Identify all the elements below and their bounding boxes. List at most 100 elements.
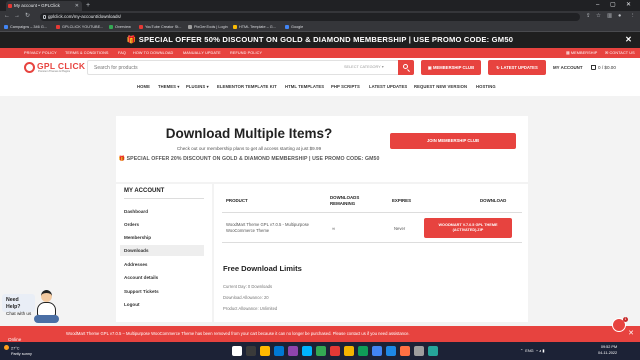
link-manually-update[interactable]: MANUALLY UPDATE [183,48,221,58]
reload-icon[interactable]: ↻ [25,11,30,22]
taskbar-app-icon[interactable] [330,346,340,356]
taskbar-app-icon[interactable] [288,346,298,356]
sidebar-item-account-details[interactable]: Account details [120,272,204,283]
promo-text: 🎁 SPECIAL OFFER 50% DISCOUNT ON GOLD & D… [126,35,514,44]
download-file-button[interactable]: WOODMART V.7.0.5 GPL THEME (ACTIVATED).Z… [424,218,512,238]
logo-tagline: Premium Themes & Plugins [38,70,71,73]
my-account-link[interactable]: MY ACCOUNT [553,60,583,75]
bookmark-item[interactable]: Overview [109,22,131,32]
bookmark-item[interactable]: Campaigns – 346 G... [4,22,47,32]
sidebar-item-logout[interactable]: Logout [120,299,204,310]
bookmark-item[interactable]: YouTube Creator St... [139,22,181,32]
header-product: PRODUCT [226,198,248,203]
nav-html-templates[interactable]: HTML TEMPLATES [285,80,324,93]
taskbar-app-icon[interactable] [372,346,382,356]
download-remaining: ∞ [332,226,336,231]
sidepanel-icon[interactable]: ▥ [607,11,612,22]
bookmark-icon [233,24,237,29]
new-tab-button[interactable]: + [86,1,90,10]
sidebar-item-dashboard[interactable]: Dashboard [120,206,204,217]
bookmark-item[interactable]: PixGenTools | Login [188,22,228,32]
nav-hosting[interactable]: HOSTING [476,80,496,93]
taskbar-search-icon[interactable] [246,346,256,356]
browser-tab[interactable]: My account • GPLClick ✕ [6,1,82,11]
bookmark-star-icon[interactable]: ☆ [596,11,601,22]
notice-close-icon[interactable]: ✕ [628,326,634,342]
sidebar-item-support-tickets[interactable]: Support Tickets [120,286,204,297]
link-faq[interactable]: FAQ [118,48,126,58]
taskbar-app-icon[interactable] [400,346,410,356]
nav-home[interactable]: HOME [137,80,150,93]
link-contact-us[interactable]: ✉ CONTACT US [605,48,635,58]
notice-text: WoodMart Theme GPL v7.0.5 – Multipurpose… [66,331,410,336]
membership-hero: Download Multiple Items? Check out our m… [116,116,528,182]
bookmark-item[interactable]: GPLCLICK YOUTUBE... [56,22,103,32]
favicon-icon [8,4,12,8]
nav-elementor-kits[interactable]: ELEMENTOR TEMPLATE KIT [217,80,277,93]
latest-updates-button[interactable]: ↻ LATEST UPDATES [488,60,546,75]
taskbar-app-icon[interactable] [386,346,396,356]
link-terms[interactable]: TERMS & CONDITIONS [65,48,109,58]
windows-taskbar: 27°C Partly sunny ⌃ ENG ◔ ◕ ▮ 09:52 PM 0… [0,342,640,360]
search-input[interactable] [88,61,338,75]
share-icon[interactable]: ⇪ [586,11,591,22]
promo-close-icon[interactable]: ✕ [625,32,632,48]
download-product-name[interactable]: WoodMart Theme GPL v7.0.5 - Multipurpose… [226,222,322,234]
start-menu-icon[interactable] [232,346,242,356]
link-privacy-policy[interactable]: PRIVACY POLICY [24,48,57,58]
maximize-icon[interactable]: ▢ [610,0,616,11]
select-category-dropdown[interactable]: SELECT CATEGORY ▾ [344,61,384,75]
sidebar-item-downloads[interactable]: Downloads [120,245,204,256]
chat-badge-count: 1 [623,317,628,322]
sun-icon [4,345,9,350]
cart-link[interactable]: 0 / $0.00 [591,60,616,75]
minimize-icon[interactable]: – [596,0,599,11]
taskbar-app-icon[interactable] [274,346,284,356]
nav-latest-updates[interactable]: LATEST UPDATES [369,80,407,93]
header-remaining: DOWNLOADS REMAINING [330,195,360,206]
support-avatar[interactable] [34,290,59,328]
bookmark-icon [4,24,8,29]
divider [222,242,522,243]
clock[interactable]: 09:52 PM 04-11-2022 [598,345,617,356]
taskbar-app-icon[interactable] [428,346,438,356]
tab-close-icon[interactable]: ✕ [75,1,79,11]
bookmark-item[interactable]: Google [285,22,303,32]
nav-themes[interactable]: THEMES ▾ [158,80,180,93]
nav-plugins[interactable]: PLUGINS ▾ [186,80,209,93]
taskbar-app-icon[interactable] [414,346,424,356]
chat-launcher-icon[interactable]: 1 [612,317,628,332]
taskbar-app-icon[interactable] [302,346,312,356]
nav-php-scripts[interactable]: PHP SCRIPTS [331,80,360,93]
header-download: DOWNLOAD [480,198,507,203]
taskbar-app-icon[interactable] [358,346,368,356]
browser-tab-bar: My account • GPLClick ✕ + – ▢ ✕ [0,0,640,11]
profile-icon[interactable]: ● [618,11,621,22]
window-close-icon[interactable]: ✕ [626,0,631,11]
sidebar-item-orders[interactable]: Orders [120,219,204,230]
download-expires: Never [394,226,406,231]
back-icon[interactable]: ← [4,11,10,22]
taskbar-app-icon[interactable] [344,346,354,356]
bookmark-item[interactable]: HTML Template – G... [233,22,276,32]
link-membership[interactable]: ▦ MEMBERSHIP [566,48,597,58]
taskbar-app-icon[interactable] [316,346,326,356]
sidebar-item-addresses[interactable]: Addresses [120,259,204,270]
membership-club-button[interactable]: ▣ MEMBERSHIP CLUB [421,60,481,75]
sidebar-title: MY ACCOUNT [124,188,165,194]
browser-menu-icon[interactable]: ⋮ [630,11,636,22]
link-how-to-download[interactable]: HOW TO DOWNLOAD [133,48,173,58]
url-field[interactable]: gplclick.com/my-account/downloads/ [40,12,580,21]
taskbar-app-icon[interactable] [260,346,270,356]
link-refund-policy[interactable]: REFUND POLICY [230,48,262,58]
bookmark-icon [285,24,289,29]
help-title: Need Help? [6,297,21,310]
sidebar-item-membership[interactable]: Membership [120,232,204,243]
help-bubble[interactable]: Need Help? Chat with us [2,294,35,316]
search-button[interactable] [398,60,414,76]
join-membership-button[interactable]: JOIN MEMBERSHIP CLUB [390,133,516,149]
forward-icon[interactable]: → [14,11,20,22]
nav-request-version[interactable]: REQUEST NEW VERSION [414,80,467,93]
weather-widget[interactable]: 27°C Partly sunny [4,345,32,358]
system-tray[interactable]: ⌃ ENG ◔ ◕ ▮ [520,342,544,360]
